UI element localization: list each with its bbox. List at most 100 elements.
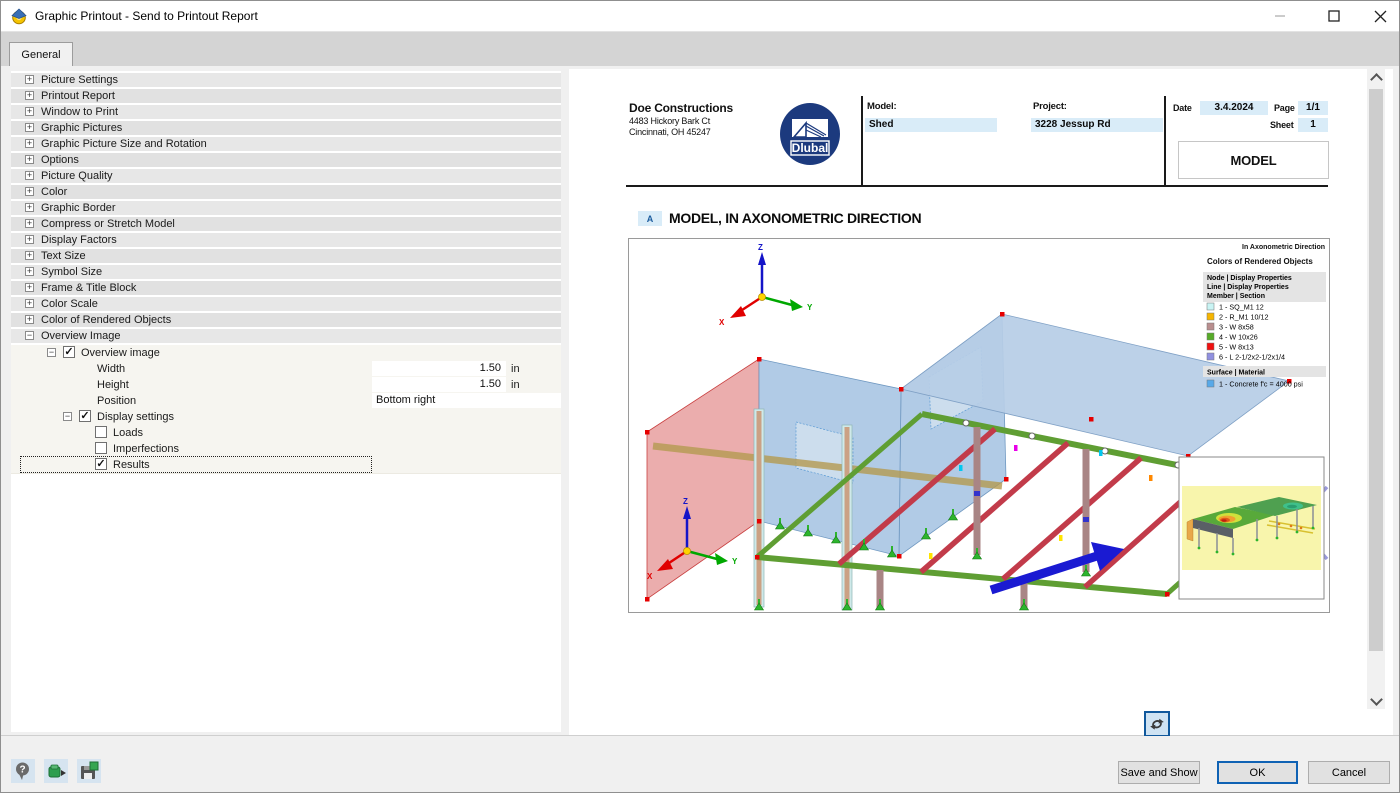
help-icon: ? [13, 761, 33, 781]
collapse-icon[interactable] [47, 348, 56, 357]
tree-item-color[interactable]: Color [11, 185, 561, 201]
maximize-icon [1328, 10, 1340, 22]
width-value-field[interactable]: 1.50 [372, 361, 506, 376]
project-value: 3228 Jessup Rd [1031, 118, 1163, 132]
expand-icon[interactable] [25, 107, 34, 116]
printout-preview: Doe Constructions 4483 Hickory Bark Ct C… [569, 69, 1393, 735]
display-settings-checkbox[interactable] [79, 410, 91, 422]
import-settings-button[interactable] [44, 759, 68, 783]
tree-item-picture-quality[interactable]: Picture Quality [11, 169, 561, 185]
cancel-button[interactable]: Cancel [1308, 761, 1390, 784]
width-unit: in [511, 363, 520, 375]
tree-item-results[interactable]: Results [11, 457, 561, 473]
header-divider-1 [861, 96, 863, 186]
expand-icon[interactable] [25, 315, 34, 324]
model-value: Shed [865, 118, 997, 132]
expand-icon[interactable] [25, 171, 34, 180]
tree-item-height[interactable]: Height 1.50 in [11, 377, 561, 393]
pink-wall [647, 359, 759, 599]
expand-icon[interactable] [25, 251, 34, 260]
tree-item-color-rendered-objects[interactable]: Color of Rendered Objects [11, 313, 561, 329]
tree-item-picture-size-rotation[interactable]: Graphic Picture Size and Rotation [11, 137, 561, 153]
tree-item-position[interactable]: Position Bottom right [11, 393, 561, 409]
legend-swatch [1207, 313, 1214, 320]
tree-item-symbol-size[interactable]: Symbol Size [11, 265, 561, 281]
save-settings-button[interactable] [77, 759, 101, 783]
legend-swatch [1207, 333, 1214, 340]
tree-item-graphic-pictures[interactable]: Graphic Pictures [11, 121, 561, 137]
tree-item-options[interactable]: Options [11, 153, 561, 169]
legend-item-label: 1 - SQ_M1 12 [1219, 303, 1264, 312]
legend-swatch [1207, 303, 1214, 310]
help-button[interactable]: ? [11, 759, 35, 783]
axis-y-label: Y [732, 557, 738, 566]
legend-group-header: Node | Display Properties [1207, 275, 1292, 282]
scrollbar-thumb[interactable] [1369, 89, 1383, 651]
tree-item-graphic-border[interactable]: Graphic Border [11, 201, 561, 217]
expand-icon[interactable] [25, 155, 34, 164]
expand-icon[interactable] [25, 203, 34, 212]
legend-swatch [1207, 323, 1214, 330]
expand-icon[interactable] [25, 283, 34, 292]
expand-icon[interactable] [25, 299, 34, 308]
tree-item-loads[interactable]: Loads [11, 425, 561, 441]
tree-item-compress-stretch[interactable]: Compress or Stretch Model [11, 217, 561, 233]
tree-item-overview-image-checkbox-row[interactable]: Overview image [11, 345, 561, 361]
legend: In Axonometric Direction Colors of Rende… [1203, 244, 1326, 389]
legend-group-header: Member | Section [1207, 293, 1265, 300]
title-bar: Graphic Printout - Send to Printout Repo… [1, 1, 1399, 31]
dlubal-logo: Dlubal [779, 103, 841, 165]
expand-icon[interactable] [25, 267, 34, 276]
expand-icon[interactable] [25, 219, 34, 228]
date-label: Date [1173, 103, 1192, 113]
expand-icon[interactable] [25, 187, 34, 196]
ok-button[interactable]: OK [1217, 761, 1298, 784]
save-and-show-button[interactable]: Save and Show [1118, 761, 1200, 784]
tree-item-window-to-print[interactable]: Window to Print [11, 105, 561, 121]
svg-text:?: ? [19, 765, 25, 776]
project-label: Project: [1033, 101, 1067, 112]
legend-item-label: 2 - R_M1 10/12 [1219, 313, 1269, 322]
scroll-down-button[interactable] [1367, 692, 1385, 709]
loads-checkbox[interactable] [95, 426, 107, 438]
tree-item-width[interactable]: Width 1.50 in [11, 361, 561, 377]
tree-item-overview-image[interactable]: Overview Image [11, 329, 561, 345]
tree-item-display-factors[interactable]: Display Factors [11, 233, 561, 249]
tab-strip: General [1, 31, 1399, 67]
position-value-field[interactable]: Bottom right [372, 393, 561, 408]
tree-item-printout-report[interactable]: Printout Report [11, 89, 561, 105]
tree-item-frame-title-block[interactable]: Frame & Title Block [11, 281, 561, 297]
legend-surface-header: Surface | Material [1207, 370, 1265, 377]
tree-item-imperfections[interactable]: Imperfections [11, 441, 561, 457]
focus-rectangle [21, 457, 371, 472]
model-label: Model: [867, 101, 896, 112]
company-address-2: Cincinnati, OH 45247 [629, 127, 711, 137]
preview-scrollbar[interactable] [1367, 69, 1385, 709]
expand-icon[interactable] [25, 235, 34, 244]
minimize-button[interactable] [1257, 1, 1303, 31]
page-value: 1/1 [1298, 101, 1328, 115]
dialog-footer: ? Save and Show OK Cancel [1, 736, 1399, 792]
expand-icon[interactable] [25, 91, 34, 100]
expand-icon[interactable] [25, 75, 34, 84]
expand-icon[interactable] [25, 139, 34, 148]
scroll-up-button[interactable] [1367, 69, 1385, 86]
model-rendering: Z Y X Z Y X [629, 239, 1329, 612]
overview-image-checkbox[interactable] [63, 346, 75, 358]
header-divider-2 [1164, 96, 1166, 186]
close-button[interactable] [1357, 1, 1400, 31]
tree-item-color-scale[interactable]: Color Scale [11, 297, 561, 313]
refresh-preview-button[interactable] [1144, 711, 1170, 737]
maximize-button[interactable] [1311, 1, 1357, 31]
tab-general[interactable]: General [9, 42, 73, 67]
tree-item-display-settings[interactable]: Display settings [11, 409, 561, 425]
collapse-icon[interactable] [25, 331, 34, 340]
expand-icon[interactable] [25, 123, 34, 132]
tree-item-text-size[interactable]: Text Size [11, 249, 561, 265]
height-value-field[interactable]: 1.50 [372, 377, 506, 392]
axis-x-label: X [719, 318, 725, 327]
legend-item-label: 5 - W 8x13 [1219, 343, 1254, 352]
imperfections-checkbox[interactable] [95, 442, 107, 454]
collapse-icon[interactable] [63, 412, 72, 421]
tree-item-picture-settings[interactable]: Picture Settings [11, 73, 561, 89]
